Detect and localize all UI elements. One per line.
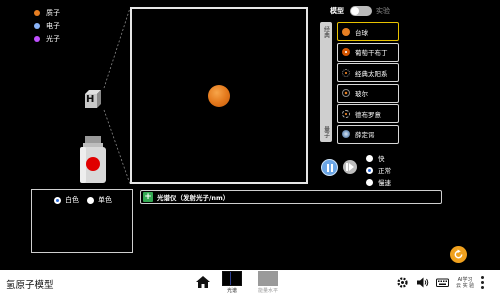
model-label: 德布罗意 <box>355 110 381 119</box>
model-label: 玻尔 <box>355 90 368 98</box>
sound-icon[interactable] <box>416 276 429 289</box>
light-label: 单色 <box>98 196 112 204</box>
pause-icon <box>326 163 333 172</box>
keyboard-icon[interactable] <box>436 276 449 289</box>
model-label: 台球 <box>355 28 368 37</box>
speed-options: 快 正常 慢速 <box>366 152 391 188</box>
toggle-experiment-label: 实验 <box>376 7 390 15</box>
model-label: 经典太阳系 <box>355 69 388 78</box>
light-option-white[interactable]: 白色 <box>54 195 79 205</box>
light-lamp-icon <box>80 136 106 183</box>
speed-fast[interactable]: 快 <box>366 152 391 164</box>
light-label: 白色 <box>65 196 79 204</box>
screen-tab-spectrum[interactable]: 光谱 <box>220 271 244 295</box>
classic-label: 经典 <box>322 26 330 38</box>
energy-levels-screen-icon <box>258 271 278 286</box>
reset-icon <box>454 249 463 259</box>
step-forward-icon <box>346 163 354 171</box>
model-item-de-broglie[interactable]: 德布罗意 <box>337 104 399 123</box>
spectrometer-panel[interactable]: + 光谱仪（发射光子/nm） <box>140 190 442 204</box>
speed-label: 快 <box>378 155 385 163</box>
plum-pudding-icon <box>342 48 350 56</box>
model-experiment-toggle[interactable]: 模型 实验 <box>330 6 390 16</box>
hydrogen-label: H <box>86 94 95 105</box>
step-button[interactable] <box>343 160 357 174</box>
light-radio[interactable] <box>87 196 94 204</box>
app-title: 氢原子模型 <box>6 280 54 291</box>
home-icon[interactable] <box>196 276 210 288</box>
model-label: 薛定谔 <box>355 131 375 139</box>
model-list: 台球 葡萄干布丁 经典太阳系 玻尔 德布罗意 薛定谔 <box>337 22 399 145</box>
model-label: 葡萄干布丁 <box>355 49 388 57</box>
bottom-navbar: 氢原子模型 光谱 能量水平 AI学习 云 实 验 <box>0 270 500 295</box>
reset-all-button[interactable] <box>450 246 467 263</box>
more-menu-icon[interactable] <box>481 276 485 289</box>
expand-plus-icon[interactable]: + <box>143 192 153 202</box>
pause-button[interactable] <box>321 159 338 176</box>
speed-slow[interactable]: 慢速 <box>366 176 391 188</box>
brand-logo: AI学习 云 实 验 <box>456 277 474 289</box>
model-item-billiard[interactable]: 台球 <box>337 22 399 41</box>
light-radio[interactable] <box>54 196 61 204</box>
speed-radio[interactable] <box>366 178 373 186</box>
hydrogen-gun-box: H <box>82 88 104 110</box>
solar-system-icon <box>342 68 350 77</box>
light-options: 白色 单色 <box>54 195 120 205</box>
navbar-tools: AI学习 云 实 验 <box>396 276 485 289</box>
model-item-solar-system[interactable]: 经典太阳系 <box>337 63 399 82</box>
speed-radio[interactable] <box>366 154 373 162</box>
screen-tab-label: 能量水平 <box>257 288 278 294</box>
bohr-icon <box>342 89 350 97</box>
light-option-mono[interactable]: 单色 <box>87 195 112 205</box>
speed-radio[interactable] <box>366 166 373 174</box>
speed-label: 正常 <box>378 167 391 175</box>
billiard-ball-atom <box>208 85 230 107</box>
classic-quantum-scale: 经典 量子 <box>320 22 332 142</box>
model-item-plum-pudding[interactable]: 葡萄干布丁 <box>337 42 399 62</box>
billiard-icon <box>342 27 350 36</box>
model-item-schrodinger[interactable]: 薛定谔 <box>337 124 399 144</box>
light-gun[interactable] <box>79 136 107 184</box>
spectrum-screen-icon <box>222 271 242 286</box>
quantum-label: 量子 <box>322 126 330 138</box>
model-item-bohr[interactable]: 玻尔 <box>337 83 399 103</box>
light-control-panel: 白色 单色 <box>31 189 133 253</box>
speed-normal[interactable]: 正常 <box>366 164 391 176</box>
speed-label: 慢速 <box>378 179 391 187</box>
settings-gear-icon[interactable] <box>396 276 409 289</box>
de-broglie-icon <box>342 109 350 118</box>
brand-line-1: AI学习 <box>457 276 473 283</box>
screen-tab-energy-levels[interactable]: 能量水平 <box>256 271 280 295</box>
atom-view-box <box>130 7 308 184</box>
toggle-model-label: 模型 <box>330 7 344 15</box>
screen-tab-label: 光谱 <box>226 288 237 294</box>
spectrometer-title: 光谱仪（发射光子/nm） <box>157 194 230 202</box>
toggle-switch[interactable] <box>350 6 372 16</box>
brand-line-2: 云 实 验 <box>456 282 475 289</box>
schrodinger-icon <box>342 130 350 138</box>
